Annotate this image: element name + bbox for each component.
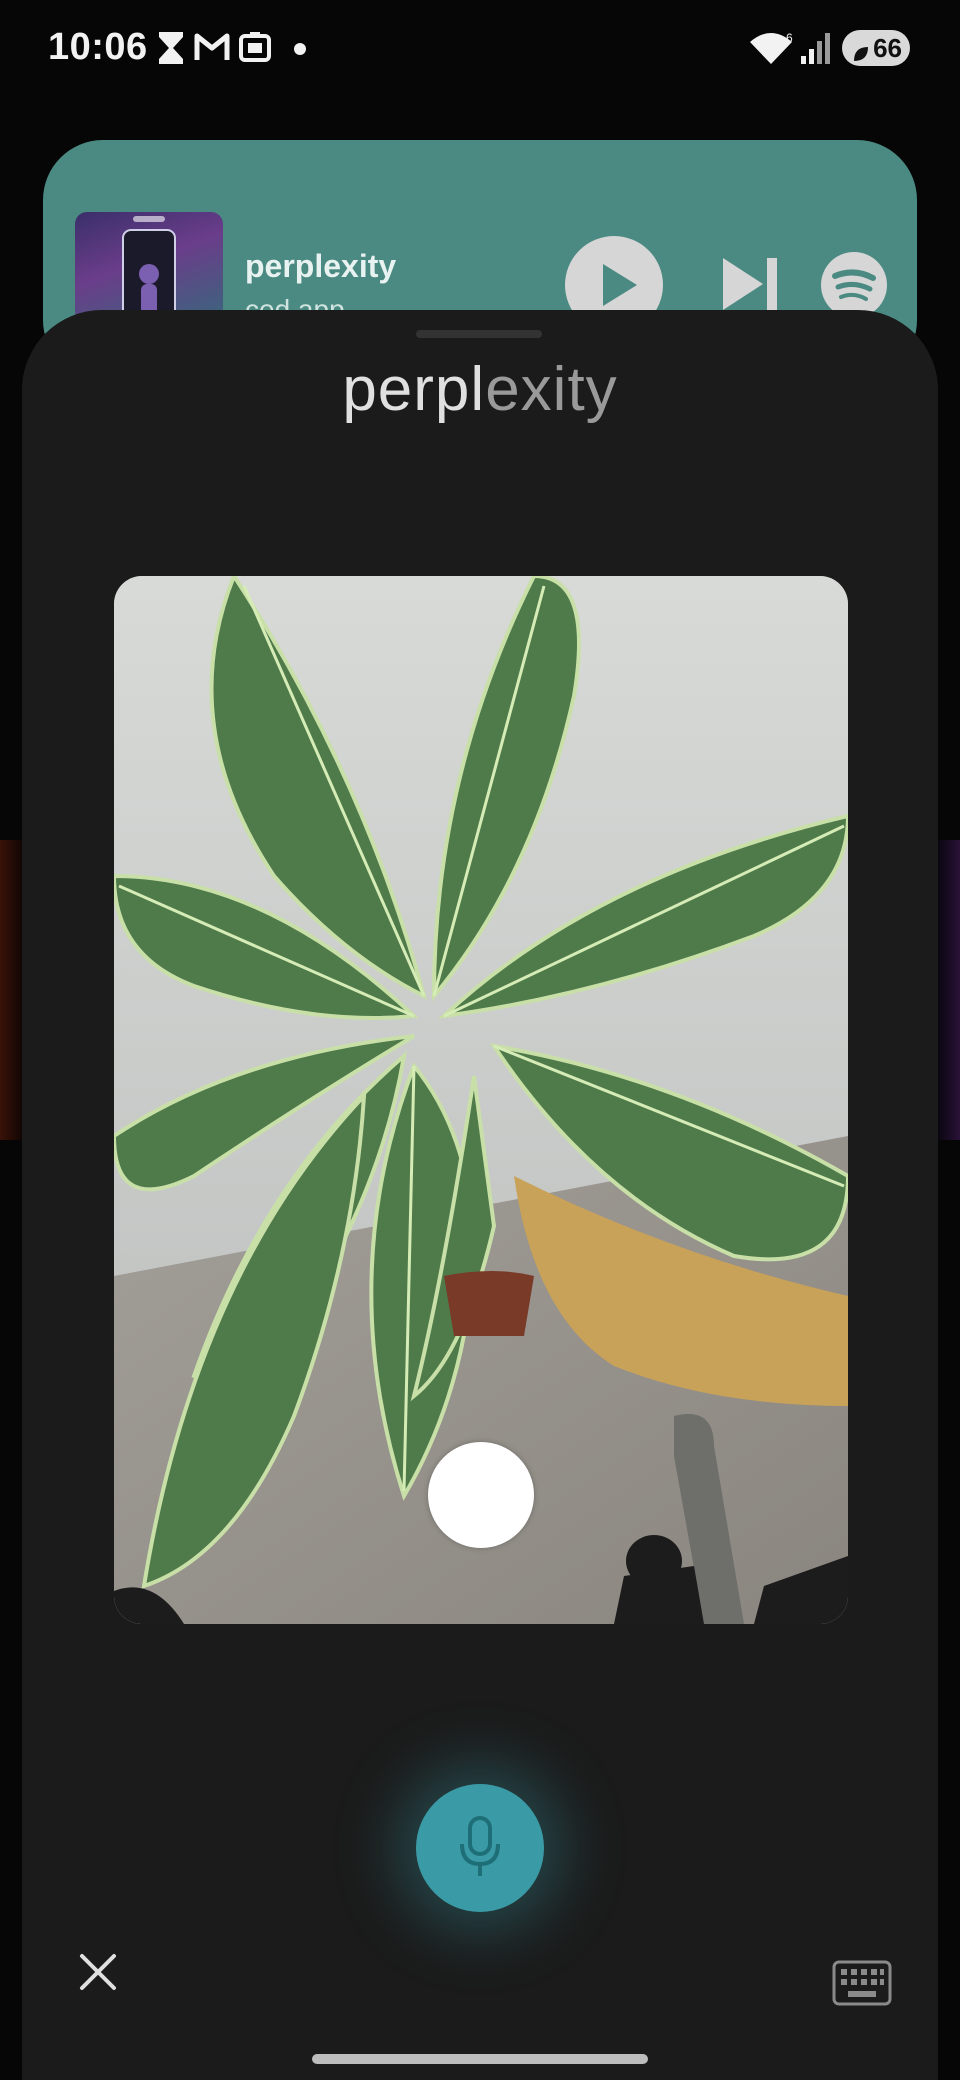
status-bar: 10:06 6 66 bbox=[0, 0, 960, 100]
camera-preview[interactable] bbox=[114, 576, 848, 1624]
mic-button[interactable] bbox=[416, 1784, 544, 1912]
brand-primary: perpl bbox=[342, 355, 486, 424]
keyboard-button[interactable] bbox=[832, 1960, 892, 2011]
status-time: 10:06 bbox=[48, 26, 148, 68]
wifi-icon: 6 bbox=[748, 30, 794, 71]
brand-logo: perplexity bbox=[22, 354, 938, 425]
dot-icon bbox=[294, 42, 306, 60]
background-edge-right bbox=[938, 840, 960, 1140]
media-title: perplexity bbox=[245, 248, 397, 284]
brand-secondary: exity bbox=[485, 355, 618, 424]
signal-icon bbox=[800, 30, 832, 71]
home-indicator[interactable] bbox=[312, 2054, 648, 2064]
drag-handle[interactable] bbox=[416, 330, 542, 338]
shutter-button[interactable] bbox=[428, 1442, 534, 1548]
assistant-sheet: perplexity bbox=[22, 310, 938, 2080]
keyboard-icon bbox=[832, 1960, 892, 2006]
hourglass-icon bbox=[156, 30, 186, 71]
gmail-icon bbox=[194, 32, 230, 67]
svg-text:6: 6 bbox=[786, 31, 793, 45]
background-edge-left bbox=[0, 840, 22, 1140]
screenshot-icon bbox=[238, 30, 272, 69]
close-button[interactable] bbox=[76, 1950, 120, 1999]
battery-icon: 66 bbox=[842, 30, 910, 66]
spotify-icon bbox=[821, 252, 887, 318]
skip-next-icon bbox=[723, 258, 777, 310]
battery-saver-leaf-icon bbox=[852, 39, 870, 70]
microphone-icon bbox=[460, 1816, 500, 1876]
close-icon bbox=[80, 1954, 116, 1990]
battery-level: 66 bbox=[873, 32, 902, 63]
